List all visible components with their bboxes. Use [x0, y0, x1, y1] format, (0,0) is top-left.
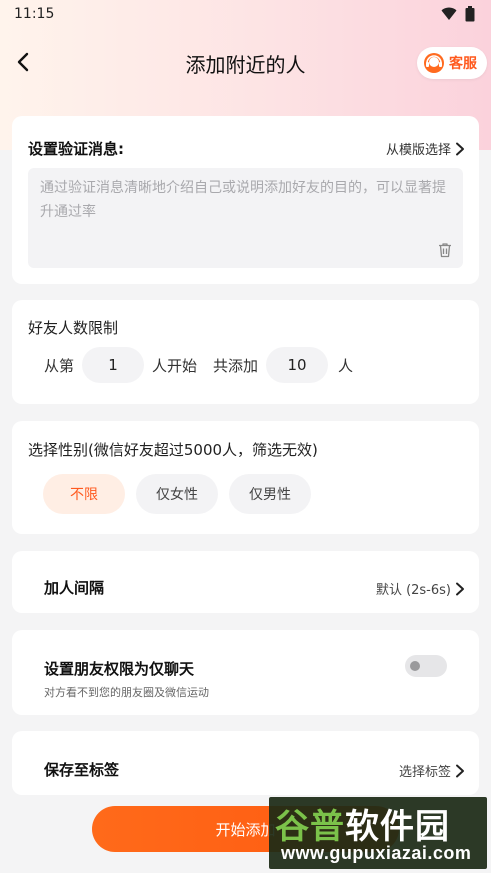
status-icons	[441, 6, 475, 22]
gender-label: 选择性别(微信好友超过5000人，筛选无效)	[28, 441, 318, 459]
template-select-label: 从模版选择	[385, 143, 451, 158]
status-bar: 11:15	[0, 0, 491, 28]
total-prefix: 共添加	[213, 356, 259, 375]
customer-service-label: 客服	[449, 56, 477, 72]
status-time: 11:15	[14, 6, 55, 22]
privacy-toggle[interactable]	[405, 655, 447, 677]
toggle-knob	[410, 661, 420, 671]
tag-label: 保存至标签	[44, 761, 120, 779]
chevron-left-icon	[17, 52, 29, 72]
wifi-icon	[441, 7, 457, 20]
privacy-desc: 对方看不到您的朋友圈及微信运动	[44, 686, 209, 699]
interval-label: 加人间隔	[44, 579, 105, 597]
total-suffix: 人	[338, 356, 354, 375]
verify-header: 设置验证消息: 从模版选择	[28, 138, 465, 159]
interval-card[interactable]: 加人间隔 默认 (2s-6s)	[12, 551, 479, 613]
customer-service-button[interactable]: 客服	[417, 47, 487, 79]
privacy-label: 设置朋友权限为仅聊天	[44, 660, 195, 678]
verify-title: 设置验证消息:	[28, 140, 124, 158]
chevron-right-icon	[456, 582, 464, 595]
nav-bar: 添加附近的人 客服	[0, 40, 491, 86]
chevron-right-icon	[456, 142, 464, 155]
gender-option-male[interactable]: 仅男性	[229, 474, 311, 514]
watermark-logo: 谷普软件园 www.gupuxiazai.com	[269, 797, 487, 869]
tag-card[interactable]: 保存至标签 选择标签	[12, 731, 479, 795]
template-select-link[interactable]: 从模版选择	[386, 139, 465, 158]
interval-value-link[interactable]: 默认 (2s-6s)	[376, 579, 465, 598]
interval-value: 默认 (2s-6s)	[375, 583, 451, 598]
back-button[interactable]	[12, 50, 36, 74]
gender-option-any[interactable]: 不限	[43, 474, 125, 514]
gender-option-female[interactable]: 仅女性	[136, 474, 218, 514]
tag-select-value: 选择标签	[398, 765, 451, 780]
from-suffix: 人开始	[152, 356, 198, 375]
friend-limit-card: 好友人数限制 从第 1 人开始 共添加 10 人	[12, 300, 479, 404]
page-title: 添加附近的人	[185, 52, 306, 77]
tag-select-link[interactable]: 选择标签	[399, 761, 465, 780]
customer-service-icon	[424, 53, 444, 73]
watermark-url: www.gupuxiazai.com	[281, 843, 472, 863]
gender-options: 不限 仅女性 仅男性	[43, 474, 311, 514]
from-prefix: 从第	[44, 356, 75, 375]
verify-message-card: 设置验证消息: 从模版选择 通过验证消息清晰地介绍自己或说明添加好友的目的，可以…	[12, 116, 479, 284]
gender-card: 选择性别(微信好友超过5000人，筛选无效) 不限 仅女性 仅男性	[12, 421, 479, 534]
privacy-card: 设置朋友权限为仅聊天 对方看不到您的朋友圈及微信运动	[12, 630, 479, 715]
watermark-title: 谷普软件园	[275, 807, 450, 847]
friend-limit-label: 好友人数限制	[28, 319, 119, 337]
start-index-input[interactable]: 1	[82, 347, 145, 383]
verify-message-placeholder: 通过验证消息清晰地介绍自己或说明添加好友的目的，可以显著提升通过率	[40, 180, 446, 220]
chevron-right-icon	[456, 764, 464, 777]
verify-message-input[interactable]: 通过验证消息清晰地介绍自己或说明添加好友的目的，可以显著提升通过率	[28, 168, 463, 268]
trash-icon[interactable]	[437, 242, 453, 258]
total-count-input[interactable]: 10	[266, 347, 329, 383]
battery-icon	[465, 6, 475, 22]
friend-limit-row: 从第 1 人开始 共添加 10 人	[44, 347, 353, 383]
